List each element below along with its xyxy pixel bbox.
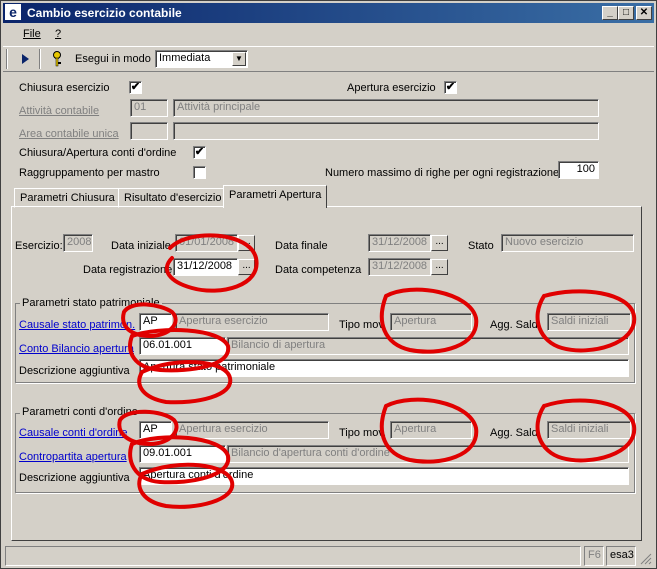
toolbar: Esegui in modo Immediata ▼ [3,46,654,72]
activity-code-field[interactable]: 01 [130,99,168,117]
opening-checkbox[interactable]: ✔ [444,81,457,94]
causale-conti-desc-field[interactable]: Apertura esercizio [175,421,329,439]
agg-saldi-label: Agg. Saldi [490,427,541,439]
menu-file[interactable]: File [23,28,41,40]
activity-desc-field[interactable]: Attività principale [173,99,599,117]
maximize-button[interactable]: □ [618,6,634,20]
data-iniziale-field[interactable]: 01/01/2008 [175,234,238,252]
order-accounts-checkbox[interactable]: ✔ [193,146,206,159]
max-rows-label: Numero massimo di righe per ogni registr… [325,167,560,179]
group-conti-ordine-title: Parametri conti d'ordine [20,406,140,418]
key-icon[interactable] [51,51,63,67]
data-registrazione-label: Data registrazione [83,264,173,276]
data-competenza-picker-button[interactable]: ... [431,259,448,275]
run-mode-select[interactable]: Immediata ▼ [155,50,248,68]
contropartita-link[interactable]: Contropartita apertura [19,451,127,463]
app-icon: e [5,4,21,20]
opening-label: Apertura esercizio [347,82,436,94]
close-button[interactable]: ✕ [636,6,652,20]
tipo-mov-field[interactable]: Apertura [390,313,472,331]
status-main [5,546,581,566]
toolbar-separator [6,49,8,69]
causale-stato-link[interactable]: Causale stato patrimon. [19,319,135,331]
contropartita-code-field[interactable]: 09.01.001 [139,445,226,463]
run-mode-label: Esegui in modo [75,53,151,65]
area-code-field[interactable] [130,122,168,140]
tab-parametri-chiusura[interactable]: Parametri Chiusura [14,188,121,208]
tab-risultato-esercizio[interactable]: Risultato d'esercizio [118,188,228,208]
descrizione-aggiuntiva-label: Descrizione aggiuntiva [19,365,130,377]
group-master-checkbox[interactable] [193,166,206,179]
menu-bar: File ? [3,25,654,43]
status-key: F6 [584,546,604,566]
causale-stato-code-field[interactable]: AP [139,313,172,331]
data-finale-label: Data finale [275,240,328,252]
chevron-down-icon[interactable]: ▼ [232,52,246,66]
esercizio-field[interactable]: 2008 [63,234,93,252]
area-label: Area contabile unica [19,128,119,140]
causale-stato-desc-field[interactable]: Apertura esercizio [175,313,329,331]
conto-bilancio-desc-field[interactable]: Bilancio di apertura [227,337,629,355]
data-registrazione-field[interactable]: 31/12/2008 [173,258,238,276]
data-competenza-field[interactable]: 31/12/2008 [368,258,431,276]
agg-saldi-field[interactable]: Saldi iniziali [547,313,631,331]
order-accounts-label: Chiusura/Apertura conti d'ordine [19,147,177,159]
data-iniziale-picker-button[interactable]: ... [238,235,255,251]
descrizione-aggiuntiva-field[interactable]: Apertura conti d'ordine [139,467,629,485]
closing-checkbox[interactable]: ✔ [129,81,142,94]
tab-parametri-apertura[interactable]: Parametri Apertura [223,185,328,208]
group-stato-patrimoniale-title: Parametri stato patrimoniale [20,297,162,309]
data-registrazione-picker-button[interactable]: ... [238,259,255,275]
title-bar: e Cambio esercizio contabile _ □ ✕ [3,3,654,23]
group-master-label: Raggruppamento per mastro [19,167,160,179]
data-competenza-label: Data competenza [275,264,362,276]
data-iniziale-label: Data iniziale [111,240,171,252]
esercizio-label: Esercizio: [15,240,63,252]
area-desc-field[interactable] [173,122,599,140]
tipo-mov-label: Tipo mov. [339,427,387,439]
toolbar-separator [39,49,41,69]
closing-label: Chiusura esercizio [19,82,110,94]
activity-label: Attività contabile [19,105,100,117]
stato-label: Stato [468,240,494,252]
descrizione-aggiuntiva-label: Descrizione aggiuntiva [19,472,130,484]
window-title: Cambio esercizio contabile [27,6,182,20]
tipo-mov-label: Tipo mov. [339,319,387,331]
max-rows-field[interactable]: 100 [558,161,599,179]
status-user: esa3 [606,546,636,566]
minimize-button[interactable]: _ [602,6,618,20]
data-finale-picker-button[interactable]: ... [431,235,448,251]
causale-conti-code-field[interactable]: AP [139,421,172,439]
menu-help[interactable]: ? [55,28,61,40]
main-window: e Cambio esercizio contabile _ □ ✕ File … [0,0,657,569]
agg-saldi-field[interactable]: Saldi iniziali [547,421,631,439]
causale-conti-link[interactable]: Causale conti d'ordine [19,427,128,439]
run-mode-value: Immediata [159,52,211,64]
resize-grip-icon[interactable] [640,553,652,565]
data-finale-field[interactable]: 31/12/2008 [368,234,431,252]
descrizione-aggiuntiva-field[interactable]: Apertura stato patrimoniale [139,359,629,377]
contropartita-desc-field[interactable]: Bilancio d'apertura conti d'ordine [227,445,629,463]
agg-saldi-label: Agg. Saldi [490,319,541,331]
stato-field[interactable]: Nuovo esercizio [501,234,634,252]
conto-bilancio-code-field[interactable]: 06.01.001 [139,337,226,355]
conto-bilancio-link[interactable]: Conto Bilancio apertura [19,343,134,355]
tipo-mov-field[interactable]: Apertura [390,421,472,439]
play-icon[interactable] [22,54,30,64]
